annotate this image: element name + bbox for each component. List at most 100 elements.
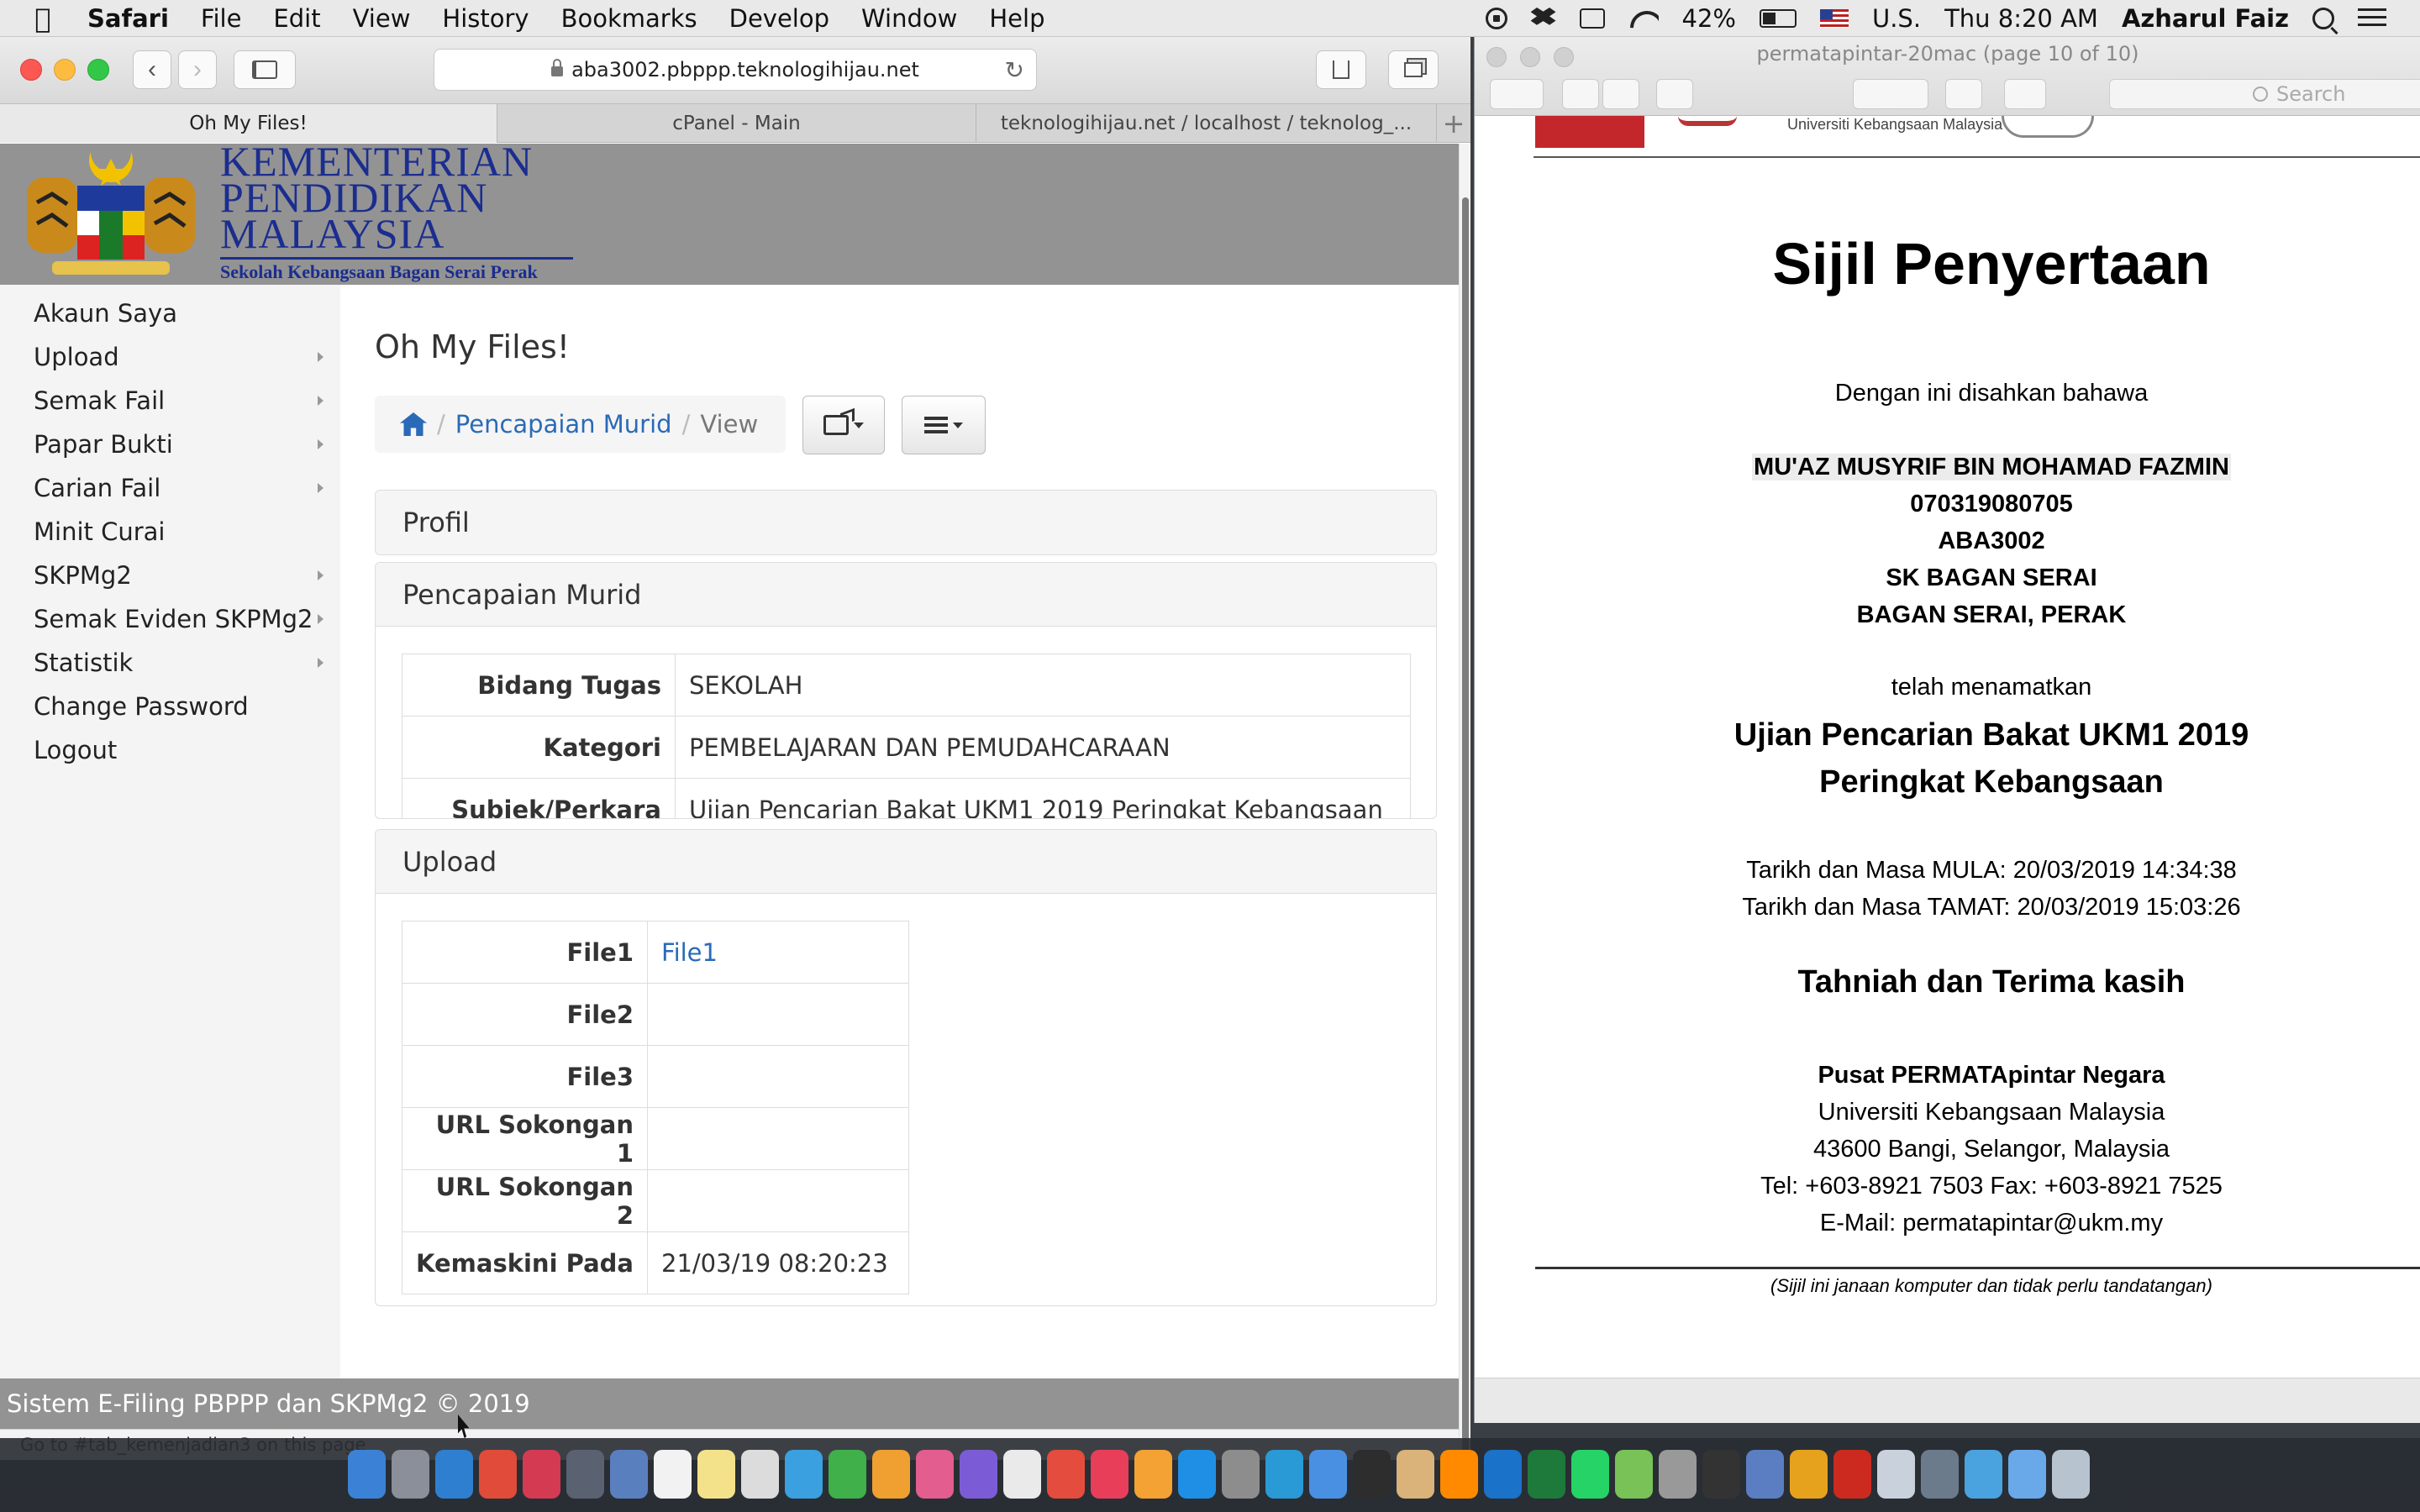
sidebar-item-semak-fail[interactable]: Semak Fail bbox=[0, 379, 340, 423]
dock-app-icon[interactable] bbox=[1833, 1450, 1871, 1499]
sidebar-item-semak-eviden-skpmg2[interactable]: Semak Eviden SKPMg2 bbox=[0, 597, 340, 641]
zoom-window-button[interactable] bbox=[87, 59, 109, 81]
dock-app-icon[interactable] bbox=[916, 1450, 954, 1499]
menu-edit[interactable]: Edit bbox=[273, 4, 320, 33]
preview-search-field[interactable]: Search bbox=[2109, 79, 2420, 109]
dock-app-icon[interactable] bbox=[1397, 1450, 1434, 1499]
menu-app-name[interactable]: Safari bbox=[87, 4, 169, 33]
dock-app-icon[interactable] bbox=[654, 1450, 692, 1499]
sidebar-item-skpmg2[interactable]: SKPMg2 bbox=[0, 554, 340, 597]
menu-window[interactable]: Window bbox=[861, 4, 957, 33]
menu-bookmarks[interactable]: Bookmarks bbox=[561, 4, 697, 33]
breadcrumb-link-pencapaian-murid[interactable]: Pencapaian Murid bbox=[455, 410, 672, 438]
back-button[interactable]: ‹ bbox=[133, 50, 171, 89]
dock-app-icon[interactable] bbox=[1091, 1450, 1128, 1499]
forward-button[interactable]: › bbox=[178, 50, 217, 89]
battery-icon[interactable] bbox=[1759, 9, 1797, 28]
page-scrollbar[interactable] bbox=[1459, 144, 1470, 1460]
dock-app-icon[interactable] bbox=[1134, 1450, 1172, 1499]
tab-phpmyadmin[interactable]: teknologihijau.net / localhost / teknolo… bbox=[976, 104, 1437, 143]
dock-app-icon[interactable] bbox=[1790, 1450, 1828, 1499]
menu-develop[interactable]: Develop bbox=[729, 4, 829, 33]
dock-app-icon[interactable] bbox=[1440, 1450, 1478, 1499]
dock-app-icon[interactable] bbox=[1222, 1450, 1260, 1499]
dock-app-icon[interactable] bbox=[435, 1450, 473, 1499]
dock-app-icon[interactable] bbox=[2052, 1450, 2090, 1499]
sidebar-item-statistik[interactable]: Statistik bbox=[0, 641, 340, 685]
tab-cpanel[interactable]: cPanel - Main bbox=[497, 104, 976, 143]
dock-app-icon[interactable] bbox=[566, 1450, 604, 1499]
dock-app-icon[interactable] bbox=[1571, 1450, 1609, 1499]
apple-menu-icon[interactable]:  bbox=[30, 3, 55, 34]
dock-app-icon[interactable] bbox=[479, 1450, 517, 1499]
dock-app-icon[interactable] bbox=[523, 1450, 560, 1499]
dock-app-icon[interactable] bbox=[1353, 1450, 1391, 1499]
dock-app-icon[interactable] bbox=[392, 1450, 429, 1499]
dock-app-icon[interactable] bbox=[1746, 1450, 1784, 1499]
sidebar-view-button[interactable] bbox=[1490, 79, 1544, 109]
dock-app-icon[interactable] bbox=[697, 1450, 735, 1499]
share-button[interactable] bbox=[1656, 79, 1693, 109]
sidebar-item-change-password[interactable]: Change Password bbox=[0, 685, 340, 728]
zoom-in-button[interactable] bbox=[1602, 79, 1639, 109]
zoom-out-button[interactable] bbox=[1562, 79, 1599, 109]
screen-record-icon[interactable] bbox=[1485, 8, 1507, 29]
sidebar-item-minit-curai[interactable]: Minit Curai bbox=[0, 510, 340, 554]
menu-history[interactable]: History bbox=[442, 4, 529, 33]
panel-pencapaian-heading[interactable]: Pencapaian Murid bbox=[376, 563, 1436, 627]
dock-app-icon[interactable] bbox=[1921, 1450, 1959, 1499]
sidebar-item-carian-fail[interactable]: Carian Fail bbox=[0, 466, 340, 510]
wifi-icon[interactable] bbox=[1628, 8, 1659, 29]
dock-app-icon[interactable] bbox=[1309, 1450, 1347, 1499]
menu-file[interactable]: File bbox=[201, 4, 242, 33]
toolbox-button[interactable] bbox=[2004, 79, 2046, 109]
dock-app-icon[interactable] bbox=[1484, 1450, 1522, 1499]
battery-percent[interactable]: 42% bbox=[1682, 4, 1736, 33]
sidebar-item-logout[interactable]: Logout bbox=[0, 728, 340, 772]
file-link[interactable]: File1 bbox=[661, 938, 718, 967]
dock-app-icon[interactable] bbox=[1877, 1450, 1915, 1499]
spotlight-search-icon[interactable] bbox=[2312, 8, 2334, 29]
share-dropdown-button[interactable] bbox=[802, 396, 885, 454]
dock-app-icon[interactable] bbox=[1965, 1450, 2002, 1499]
sidebar-item-papar-bukti[interactable]: Papar Bukti bbox=[0, 423, 340, 466]
dock-app-icon[interactable] bbox=[1702, 1450, 1740, 1499]
home-icon[interactable] bbox=[400, 412, 427, 436]
dock-app-icon[interactable] bbox=[348, 1450, 386, 1499]
tab-oh-my-files[interactable]: Oh My Files! bbox=[0, 104, 497, 143]
panel-upload-heading[interactable]: Upload bbox=[376, 830, 1436, 894]
share-button[interactable] bbox=[1316, 50, 1366, 89]
dock-app-icon[interactable] bbox=[741, 1450, 779, 1499]
dock-app-icon[interactable] bbox=[785, 1450, 823, 1499]
dock-app-icon[interactable] bbox=[872, 1450, 910, 1499]
menu-help[interactable]: Help bbox=[989, 4, 1044, 33]
dock-app-icon[interactable] bbox=[1265, 1450, 1303, 1499]
address-bar[interactable]: aba3002.pbppp.teknologihijau.net ↻ bbox=[434, 49, 1037, 91]
input-source[interactable]: U.S. bbox=[1872, 4, 1921, 33]
sidebar-item-akaun-saya[interactable]: Akaun Saya bbox=[0, 291, 340, 335]
menu-dropdown-button[interactable] bbox=[902, 396, 986, 454]
reload-icon[interactable]: ↻ bbox=[1005, 56, 1024, 84]
dock-app-icon[interactable] bbox=[1528, 1450, 1565, 1499]
dock-app-icon[interactable] bbox=[960, 1450, 997, 1499]
dock-app-icon[interactable] bbox=[829, 1450, 866, 1499]
us-flag-icon[interactable] bbox=[1819, 9, 1849, 28]
dock-app-icon[interactable] bbox=[1047, 1450, 1085, 1499]
dock-app-icon[interactable] bbox=[1659, 1450, 1697, 1499]
dock-app-icon[interactable] bbox=[610, 1450, 648, 1499]
sidebar-toggle-button[interactable] bbox=[234, 50, 296, 89]
dock-app-icon[interactable] bbox=[2008, 1450, 2046, 1499]
user-name[interactable]: Azharul Faiz bbox=[2122, 4, 2289, 33]
new-tab-button[interactable]: + bbox=[1437, 104, 1470, 143]
close-window-button[interactable] bbox=[20, 59, 42, 81]
panel-profil-heading[interactable]: Profil bbox=[376, 491, 1436, 554]
show-tabs-button[interactable] bbox=[1388, 50, 1439, 89]
clock[interactable]: Thu 8:20 AM bbox=[1944, 4, 2098, 33]
adobe-icon[interactable] bbox=[1579, 8, 1605, 29]
sidebar-item-upload[interactable]: Upload bbox=[0, 335, 340, 379]
scrollbar-thumb[interactable] bbox=[1462, 197, 1469, 1457]
dock-app-icon[interactable] bbox=[1003, 1450, 1041, 1499]
dropbox-icon[interactable] bbox=[1530, 8, 1556, 25]
notification-center-icon[interactable] bbox=[2358, 8, 2386, 29]
rotate-button[interactable] bbox=[1945, 79, 1982, 109]
